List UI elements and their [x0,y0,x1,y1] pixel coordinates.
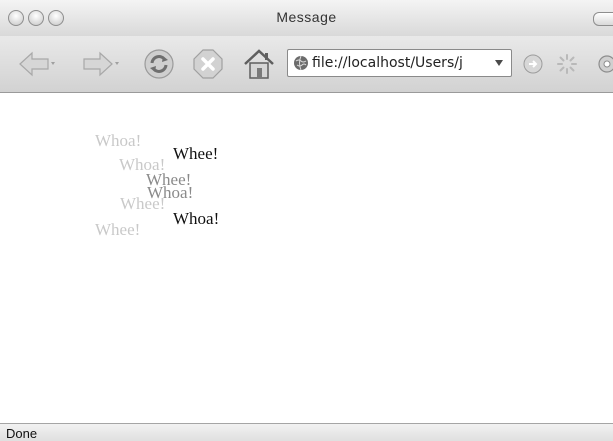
address-bar[interactable]: file://localhost/Users/j [287,49,512,77]
home-icon [244,49,274,79]
reload-icon [144,49,174,79]
forward-button[interactable] [82,48,120,80]
url-dropdown-icon[interactable] [494,58,504,68]
go-button[interactable] [522,53,544,75]
status-bar: Done [0,423,613,441]
search-icon [598,55,613,73]
stop-icon [193,49,223,79]
forward-arrow-icon [83,51,119,77]
go-arrow-icon [523,54,543,74]
browser-window: Message file://localhost/Users/j Whoa! W… [0,0,613,441]
page-content: Whoa! Whee! Whoa! Whee! Whoa! Whee! Whoa… [0,93,613,423]
whee-1: Whee! [173,144,219,163]
toolbar-toggle-button[interactable] [593,12,613,26]
faint-whoa-1: Whoa! [95,131,142,150]
spinner-icon [557,54,577,74]
faint-whee-3: Whee! [120,194,166,213]
loading-spinner [556,53,578,75]
whoa-4: Whoa! [173,209,220,228]
back-button[interactable] [18,48,56,80]
status-text: Done [6,426,38,441]
home-button[interactable] [242,48,276,80]
search-button[interactable] [596,53,613,75]
toolbar: file://localhost/Users/j [0,36,613,93]
url-text[interactable]: file://localhost/Users/j [312,55,482,71]
faint-whee-4: Whee! [95,220,141,239]
reload-button[interactable] [143,48,175,80]
globe-icon [294,55,308,71]
stop-button[interactable] [192,48,224,80]
back-arrow-icon [19,51,55,77]
title-bar[interactable]: Message [0,0,613,37]
window-title: Message [276,9,337,25]
